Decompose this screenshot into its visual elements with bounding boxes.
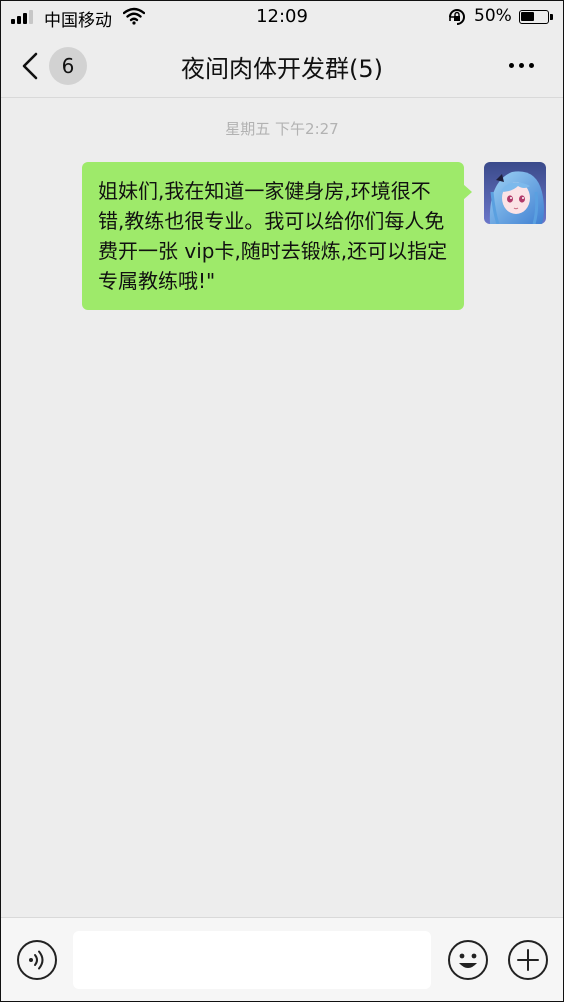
unread-count-badge: 6 [49,47,87,85]
input-bar [1,917,563,1001]
chat-screen: 中国移动 12:09 50% 6 夜间肉体开发群(5) 星期五 下午2:27 姐… [0,0,564,1002]
status-bar: 中国移动 12:09 50% [1,1,563,33]
more-dots-icon [528,62,534,68]
message-input[interactable] [73,931,431,989]
message-bubble[interactable]: 姐妹们,我在知道一家健身房,环境很不错,教练也很专业。我可以给你们每人免费开一张… [82,162,464,310]
battery-icon [519,10,549,24]
more-dots-icon [508,62,514,68]
battery-tip [550,14,553,20]
emoji-icon[interactable] [447,939,489,981]
voice-icon[interactable] [16,939,58,981]
more-dots-icon [518,62,524,68]
avatar[interactable] [484,162,546,224]
battery-percent: 50% [474,6,512,26]
message-list[interactable]: 星期五 下午2:27 姐妹们,我在知道一家健身房,环境很不错,教练也很专业。我可… [1,98,563,916]
orientation-lock-icon [449,9,465,25]
nav-bar: 6 夜间肉体开发群(5) [1,33,563,98]
battery-level-fill [521,12,534,21]
message-timestamp: 星期五 下午2:27 [225,120,339,138]
plus-icon[interactable] [507,939,549,981]
chat-title: 夜间肉体开发群(5) [181,55,383,83]
more-options-button[interactable] [501,57,541,73]
anime-avatar-image [484,162,546,224]
bubble-tail [463,184,472,200]
back-button[interactable]: 6 [21,47,89,85]
chevron-left-icon [22,52,38,80]
